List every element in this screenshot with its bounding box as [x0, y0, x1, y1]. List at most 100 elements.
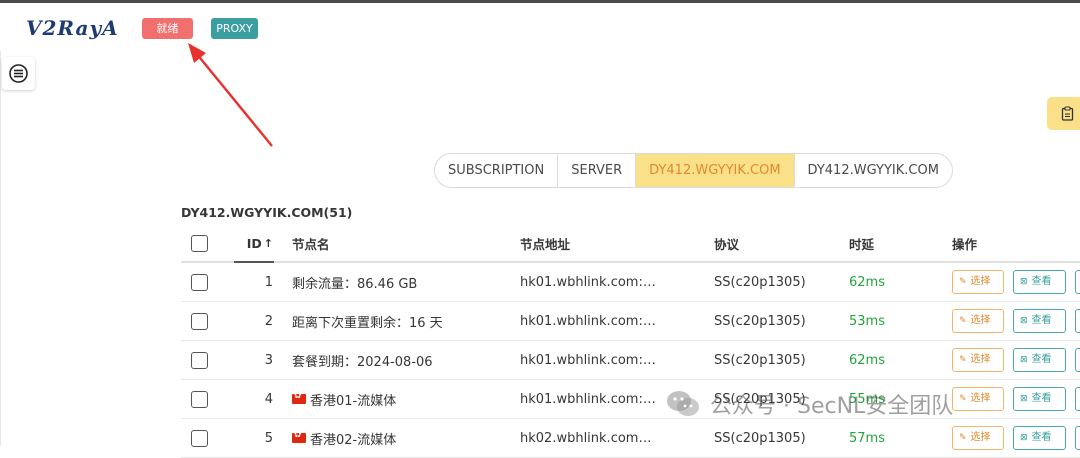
select-button[interactable]: ✎ 选择 [952, 387, 1004, 411]
row-name-cell: 距离下次重置剩余：16 天 [292, 302, 443, 340]
row-name: 香港02-流媒体 [310, 432, 397, 448]
row-id: 5 [264, 430, 273, 446]
row-latency: 57ms [849, 430, 885, 446]
row-name-cell: 香港02-流媒体 [292, 419, 396, 457]
row-name-cell: 剩余流量：86.46 GB [292, 263, 417, 301]
select-button-label: 选择 [970, 315, 991, 326]
view-icon: ⊠ [1020, 394, 1028, 404]
tab-group-active[interactable]: DY412.WGYYIK.COM [636, 154, 795, 187]
row-address: hk01.wbhlink.com:… [520, 313, 656, 329]
select-all-checkbox[interactable] [191, 235, 208, 252]
row-name: 套餐到期：2024-08-06 [292, 354, 433, 370]
tab-bar: SUBSCRIPTION SERVER DY412.WGYYIK.COM DY4… [434, 153, 953, 188]
table-row[interactable]: 3 套餐到期：2024-08-06 hk01.wbhlink.com:… SS(c20… [181, 341, 1080, 380]
table-header-row: ID ↑ 节点名 节点地址 协议 时延 操作 [181, 226, 1080, 263]
tab-group[interactable]: DY412.WGYYIK.COM [795, 154, 952, 187]
wechat-icon [667, 391, 699, 416]
view-button-label: 查看 [1031, 393, 1052, 404]
more-button[interactable] [1075, 348, 1080, 372]
address-header: 节点地址 [520, 237, 571, 252]
row-protocol: SS(c20p1305) [714, 352, 806, 368]
row-ops: ✎ 选择 ⊠ 查看 [952, 302, 1080, 340]
view-button[interactable]: ⊠ 查看 [1013, 387, 1066, 411]
view-button-label: 查看 [1031, 354, 1052, 365]
select-all-cell [191, 226, 208, 261]
select-button[interactable]: ✎ 选择 [952, 348, 1004, 372]
row-protocol: SS(c20p1305) [714, 430, 806, 446]
more-button[interactable] [1075, 426, 1080, 450]
row-checkbox[interactable] [191, 273, 208, 291]
view-icon: ⊠ [1020, 316, 1028, 326]
row-check-cell [191, 302, 208, 340]
view-icon: ⊠ [1020, 355, 1028, 365]
row-ops: ✎ 选择 ⊠ 查看 [952, 341, 1080, 379]
row-address: hk01.wbhlink.com:… [520, 352, 656, 368]
more-button[interactable] [1075, 270, 1080, 294]
row-checkbox[interactable] [191, 351, 208, 369]
tab-subscription[interactable]: SUBSCRIPTION [435, 154, 559, 187]
row-ops: ✎ 选择 ⊠ 查看 [952, 263, 1080, 301]
row-checkbox[interactable] [191, 390, 208, 408]
row-checkbox[interactable] [191, 429, 208, 447]
name-header: 节点名 [292, 237, 330, 252]
select-button-label: 选择 [970, 393, 991, 404]
select-button[interactable]: ✎ 选择 [952, 270, 1004, 294]
table-row[interactable]: 1 剩余流量：86.46 GB hk01.wbhlink.com:… SS(c20p1… [181, 263, 1080, 302]
sort-arrow-icon: ↑ [263, 237, 273, 250]
row-ops: ✎ 选择 ⊠ 查看 [952, 380, 1080, 418]
row-checkbox[interactable] [191, 312, 208, 330]
pencil-icon: ✎ [959, 316, 967, 326]
row-name-cell: 香港01-流媒体 [292, 380, 396, 418]
ops-header: 操作 [952, 237, 978, 252]
row-ops: ✎ 选择 ⊠ 查看 [952, 419, 1080, 457]
row-check-cell [191, 419, 208, 457]
more-button[interactable] [1075, 309, 1080, 333]
row-protocol: SS(c20p1305) [714, 274, 806, 290]
row-name-cell: 套餐到期：2024-08-06 [292, 341, 433, 379]
row-address: hk01.wbhlink.com:… [520, 391, 656, 407]
hk-flag-icon [292, 391, 306, 404]
clipboard-icon [1061, 106, 1074, 121]
select-button-label: 选择 [970, 276, 991, 287]
row-check-cell [191, 263, 208, 301]
row-latency: 53ms [849, 313, 885, 329]
row-latency: 62ms [849, 274, 885, 290]
group-title: DY412.WGYYIK.COM(51) [181, 205, 353, 220]
view-button-label: 查看 [1031, 315, 1052, 326]
row-check-cell [191, 341, 208, 379]
watermark: 公众号 · SecNL安全团队 [666, 388, 953, 420]
row-id: 2 [264, 313, 273, 329]
row-address: hk02.wbhlink.com… [520, 430, 652, 446]
table-row[interactable]: 5 香港02-流媒体 hk02.wbhlink.com… SS(c20p1305) 57… [181, 419, 1080, 458]
view-button[interactable]: ⊠ 查看 [1013, 348, 1066, 372]
row-name: 剩余流量：86.46 GB [292, 276, 418, 292]
latency-header: 时延 [849, 237, 875, 252]
row-check-cell [191, 380, 208, 418]
tab-server[interactable]: SERVER [558, 154, 637, 187]
row-name: 香港01-流媒体 [310, 393, 397, 409]
id-header-label: ID [246, 236, 262, 251]
id-header[interactable]: ID ↑ [237, 226, 273, 261]
select-button[interactable]: ✎ 选择 [952, 426, 1004, 450]
pencil-icon: ✎ [959, 277, 967, 287]
pencil-icon: ✎ [959, 355, 967, 365]
view-icon: ⊠ [1020, 277, 1028, 287]
row-protocol: SS(c20p1305) [714, 313, 806, 329]
row-latency: 62ms [849, 352, 885, 368]
table-body: 1 剩余流量：86.46 GB hk01.wbhlink.com:… SS(c20p1… [181, 263, 1080, 458]
protocol-header: 协议 [714, 237, 740, 252]
row-address: hk01.wbhlink.com:… [520, 274, 656, 290]
import-button[interactable] [1047, 97, 1080, 130]
row-name: 距离下次重置剩余：16 天 [292, 315, 443, 331]
hk-flag-icon [292, 430, 306, 443]
view-button[interactable]: ⊠ 查看 [1013, 426, 1066, 450]
select-button[interactable]: ✎ 选择 [952, 309, 1004, 333]
view-button[interactable]: ⊠ 查看 [1013, 270, 1066, 294]
row-id: 1 [264, 274, 273, 290]
view-button[interactable]: ⊠ 查看 [1013, 309, 1066, 333]
server-table: ID ↑ 节点名 节点地址 协议 时延 操作 1 剩余流量：86.46 GB hk0… [181, 226, 1080, 458]
select-button-label: 选择 [970, 354, 991, 365]
more-button[interactable] [1075, 387, 1080, 411]
table-row[interactable]: 2 距离下次重置剩余：16 天 hk01.wbhlink.com:… SS(c20p1… [181, 302, 1080, 341]
view-button-label: 查看 [1031, 276, 1052, 287]
